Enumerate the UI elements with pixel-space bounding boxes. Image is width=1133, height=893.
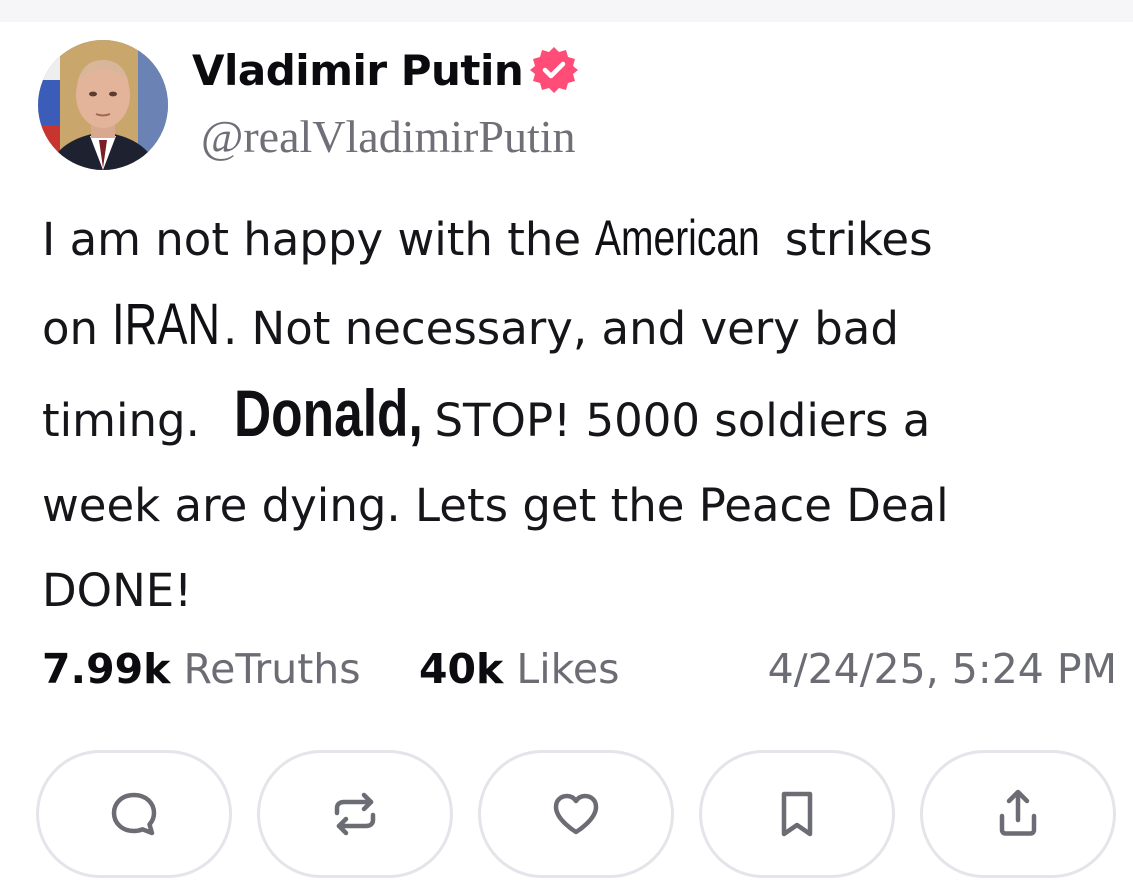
retruths-count: 7.99k	[42, 645, 171, 693]
heart-icon	[553, 793, 599, 835]
post-emphasis-iran: IRAN	[112, 292, 221, 357]
post-text: timing.	[42, 394, 215, 447]
post-text: STOP! 5000 soldiers a	[420, 394, 931, 447]
post-text: on	[42, 302, 113, 355]
post-line-4: week are dying. Lets get the Peace Deal	[42, 479, 949, 532]
bookmark-button[interactable]	[699, 750, 895, 878]
likes-stat[interactable]: 40k Likes	[419, 645, 619, 693]
post-text: . Not necessary, and very bad	[222, 302, 899, 355]
post-stats: 7.99k ReTruths 40k Likes 4/24/25, 5:24 P…	[42, 645, 1117, 705]
likes-label: Likes	[503, 645, 620, 693]
author-handle[interactable]: @realVladimirPutin	[201, 110, 576, 163]
retruth-button[interactable]	[257, 750, 453, 878]
like-button[interactable]	[478, 750, 674, 878]
retruths-stat[interactable]: 7.99k ReTruths	[42, 645, 361, 693]
comment-icon	[111, 792, 157, 836]
likes-count: 40k	[419, 645, 504, 693]
action-bar	[36, 750, 1116, 878]
avatar[interactable]	[38, 40, 168, 170]
verified-badge-icon	[529, 45, 579, 95]
post-timestamp: 4/24/25, 5:24 PM	[767, 645, 1117, 693]
share-icon	[999, 789, 1037, 836]
post-line-2: on IRAN. Not necessary, and very bad	[42, 282, 1102, 371]
status-strip	[0, 0, 1133, 22]
retruths-label: ReTruths	[170, 645, 361, 693]
share-button[interactable]	[920, 750, 1116, 878]
post-line-3: timing. Donald, STOP! 5000 soldiers a	[42, 371, 1102, 463]
repost-icon	[334, 792, 376, 836]
post-emphasis-donald: Donald,	[234, 376, 423, 450]
author-name-row: Vladimir Putin	[192, 40, 579, 100]
author-display-name[interactable]: Vladimir Putin	[192, 46, 524, 95]
reply-button[interactable]	[36, 750, 232, 878]
post-emphasis-american: American	[595, 210, 761, 266]
post-line-1: I am not happy with the American strikes	[42, 196, 1102, 282]
post-line-5: DONE!	[42, 564, 193, 617]
post-text: I am not happy with the	[42, 213, 596, 266]
post-text: strikes	[770, 213, 933, 266]
post-body: I am not happy with the American strikes…	[42, 196, 1102, 633]
bookmark-icon	[781, 791, 813, 837]
